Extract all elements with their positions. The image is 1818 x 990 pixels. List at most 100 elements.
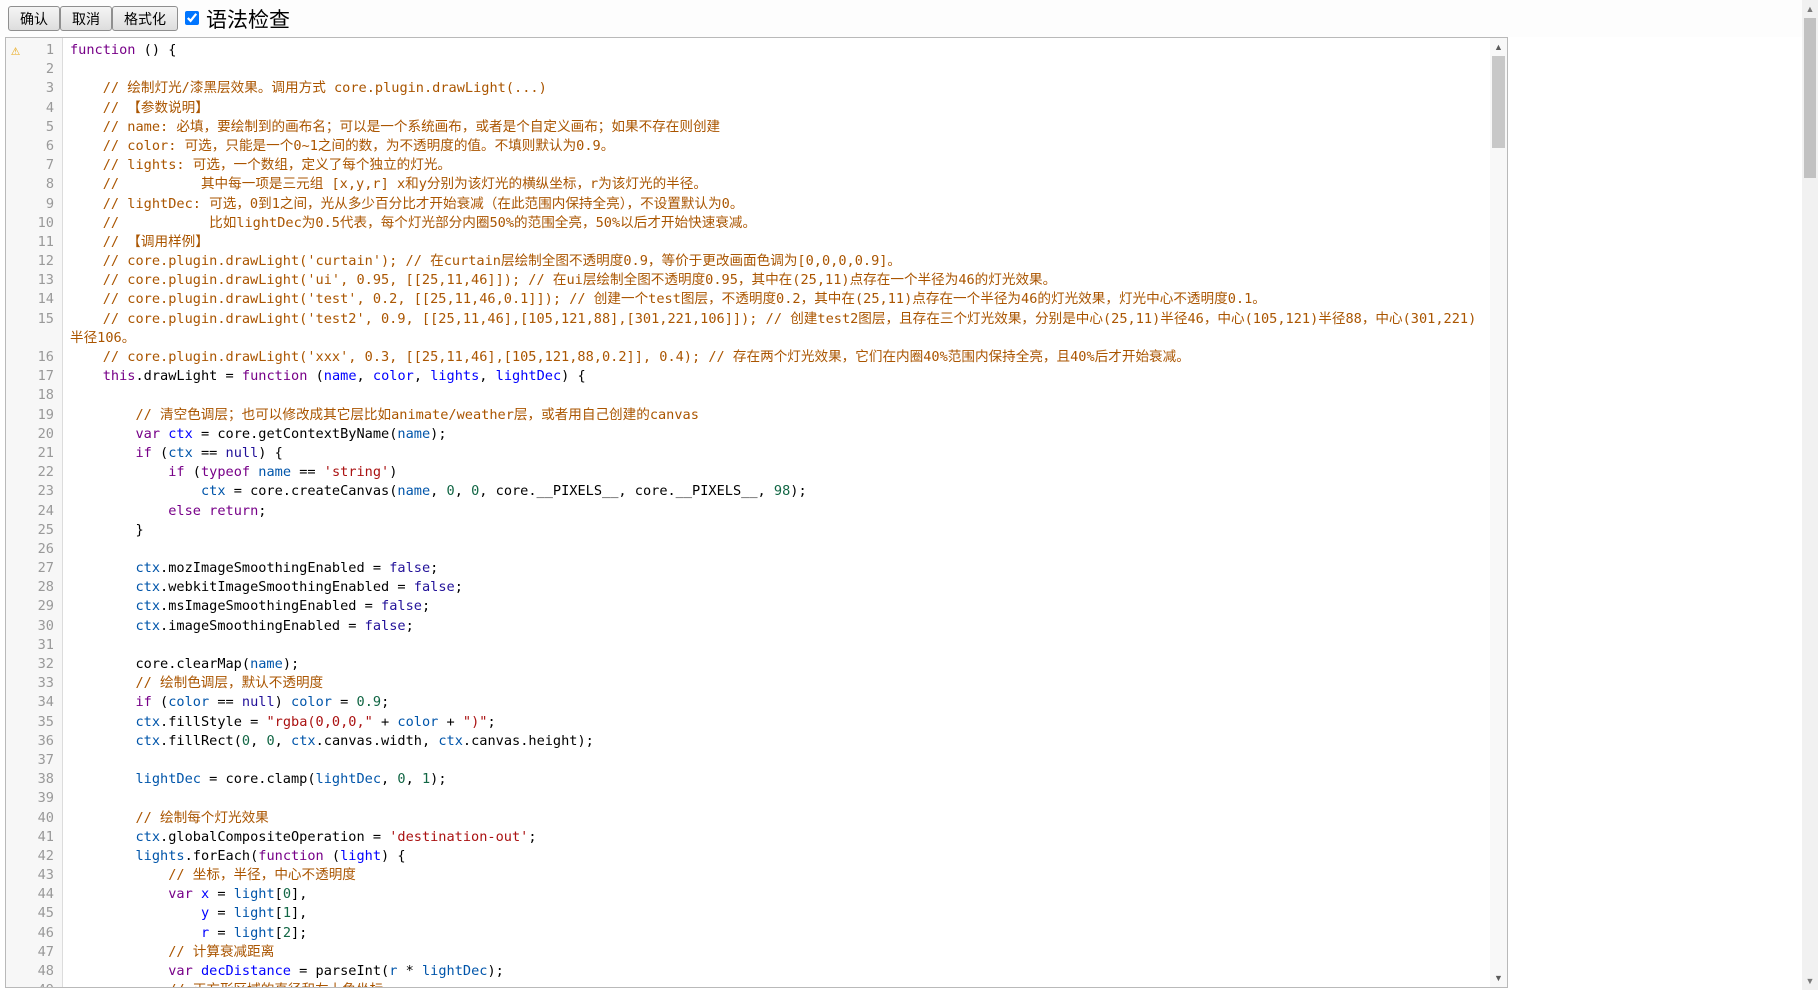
line-number: 31 [6,636,54,655]
code-line-text: // color: 可选，只能是一个0~1之间的数，为不透明度的值。不填则默认为… [70,137,614,156]
code-line-text: // 坐标，半径，中心不透明度 [70,866,356,885]
code-line-text: // 比如lightDec为0.5代表，每个灯光部分内圈50%的范围全亮，50%… [70,214,756,233]
scroll-up-icon[interactable]: ▲ [1490,39,1507,55]
line-number: 25 [6,521,54,540]
code-line: 40 // 绘制每个灯光效果 [6,809,1507,828]
line-number: 11 [6,233,54,252]
line-number: 22 [6,463,54,482]
code-line-text: // core.plugin.drawLight('xxx', 0.3, [[2… [70,348,1190,367]
line-number: 42 [6,847,54,866]
code-line-text: y = light[1], [70,904,307,923]
code-line: 47 // 计算衰减距离 [6,943,1507,962]
syntax-check-checkbox[interactable] [185,11,199,25]
line-number: 5 [6,118,54,137]
editor-scrollbar[interactable]: ▲ ▼ [1490,38,1507,987]
code-line-text: core.clearMap(name); [70,655,299,674]
code-line: 49 // 正方形区域的直径和左上角坐标 [6,981,1507,988]
code-line-text: // core.plugin.drawLight('test2', 0.9, [… [70,310,1476,329]
line-number: 10 [6,214,54,233]
code-line-text: ctx = core.createCanvas(name, 0, 0, core… [70,482,807,501]
code-line-text: this.drawLight = function (name, color, … [70,367,586,386]
page-scroll-up-icon[interactable]: ▲ [1802,1,1818,17]
line-number: 29 [6,597,54,616]
code-line-text: var x = light[0], [70,885,307,904]
code-line: 5 // name: 必填，要绘制到的画布名；可以是一个系统画布，或者是个自定义… [6,118,1507,137]
page-scrollbar[interactable]: ▲ ▼ [1802,0,1818,990]
code-line: 17 this.drawLight = function (name, colo… [6,367,1507,386]
code-line-text: var decDistance = parseInt(r * lightDec)… [70,962,504,981]
line-number: 21 [6,444,54,463]
format-button[interactable]: 格式化 [112,6,178,31]
code-line: 24 else return; [6,502,1507,521]
code-line-text: // 【调用样例】 [70,233,209,252]
code-line-text: if (typeof name == 'string') [70,463,397,482]
line-number: 13 [6,271,54,290]
code-line: 14 // core.plugin.drawLight('test', 0.2,… [6,290,1507,309]
scroll-down-icon[interactable]: ▼ [1490,970,1507,986]
page-scrollbar-thumb[interactable] [1804,18,1816,178]
code-line-text: function () { [70,41,176,60]
code-line-text: 半径106。 [70,329,135,348]
code-line-text: // lightDec: 可选，0到1之间，光从多少百分比才开始衰减（在此范围内… [70,195,743,214]
line-number: 27 [6,559,54,578]
line-number: 16 [6,348,54,367]
line-number: 36 [6,732,54,751]
code-line-text: // core.plugin.drawLight('curtain'); // … [70,252,901,271]
code-line: 7 // lights: 可选，一个数组，定义了每个独立的灯光。 [6,156,1507,175]
code-line: 16 // core.plugin.drawLight('xxx', 0.3, … [6,348,1507,367]
code-line: 8 // 其中每一项是三元组 [x,y,r] x和y分别为该灯光的横纵坐标，r为… [6,175,1507,194]
code-line-text: // core.plugin.drawLight('test', 0.2, [[… [70,290,1266,309]
confirm-button[interactable]: 确认 [8,6,60,31]
code-line: 1⚠function () { [6,41,1507,60]
code-line-text: if (ctx == null) { [70,444,283,463]
line-number: 40 [6,809,54,828]
editor-scrollbar-thumb[interactable] [1492,56,1505,148]
code-line-text: lights.forEach(function (light) { [70,847,406,866]
code-line-text: ctx.fillStyle = "rgba(0,0,0," + color + … [70,713,496,732]
line-number: 19 [6,406,54,425]
line-number: 4 [6,99,54,118]
code-line-text: // 绘制色调层，默认不透明度 [70,674,323,693]
code-line-text: ctx.fillRect(0, 0, ctx.canvas.width, ctx… [70,732,594,751]
line-number: 47 [6,943,54,962]
code-line: 32 core.clearMap(name); [6,655,1507,674]
line-number: 39 [6,789,54,808]
code-line: 4 // 【参数说明】 [6,99,1507,118]
code-line-text: ctx.imageSmoothingEnabled = false; [70,617,414,636]
line-number: 7 [6,156,54,175]
line-number: 32 [6,655,54,674]
line-number: 35 [6,713,54,732]
line-number: 26 [6,540,54,559]
code-line: 28 ctx.webkitImageSmoothingEnabled = fal… [6,578,1507,597]
code-editor[interactable]: 1⚠function () {23 // 绘制灯光/漆黑层效果。调用方式 cor… [5,37,1508,988]
line-number: 14 [6,290,54,309]
code-line: 48 var decDistance = parseInt(r * lightD… [6,962,1507,981]
page-scroll-down-icon[interactable]: ▼ [1802,973,1818,989]
code-line: 38 lightDec = core.clamp(lightDec, 0, 1)… [6,770,1507,789]
code-line: 19 // 清空色调层；也可以修改成其它层比如animate/weather层，… [6,406,1507,425]
line-number: 17 [6,367,54,386]
line-number: 37 [6,751,54,770]
code-line: 13 // core.plugin.drawLight('ui', 0.95, … [6,271,1507,290]
line-number: 18 [6,386,54,405]
warning-icon: ⚠ [11,41,20,60]
line-number: 43 [6,866,54,885]
code-line-text: // 【参数说明】 [70,99,209,118]
syntax-check-label[interactable]: 语法检查 [206,4,290,34]
line-number: 38 [6,770,54,789]
cancel-button[interactable]: 取消 [60,6,112,31]
code-line: 30 ctx.imageSmoothingEnabled = false; [6,617,1507,636]
code-line-text: // 清空色调层；也可以修改成其它层比如animate/weather层，或者用… [70,406,699,425]
code-line: 42 lights.forEach(function (light) { [6,847,1507,866]
code-line: 27 ctx.mozImageSmoothingEnabled = false; [6,559,1507,578]
line-number: 28 [6,578,54,597]
code-line: 3 // 绘制灯光/漆黑层效果。调用方式 core.plugin.drawLig… [6,79,1507,98]
line-number: 34 [6,693,54,712]
code-line-text: else return; [70,502,266,521]
code-line: 44 var x = light[0], [6,885,1507,904]
code-line: 45 y = light[1], [6,904,1507,923]
line-number: 15 [6,310,54,329]
code-line: 22 if (typeof name == 'string') [6,463,1507,482]
code-line: 26 [6,540,1507,559]
code-area[interactable]: 1⚠function () {23 // 绘制灯光/漆黑层效果。调用方式 cor… [6,41,1507,988]
